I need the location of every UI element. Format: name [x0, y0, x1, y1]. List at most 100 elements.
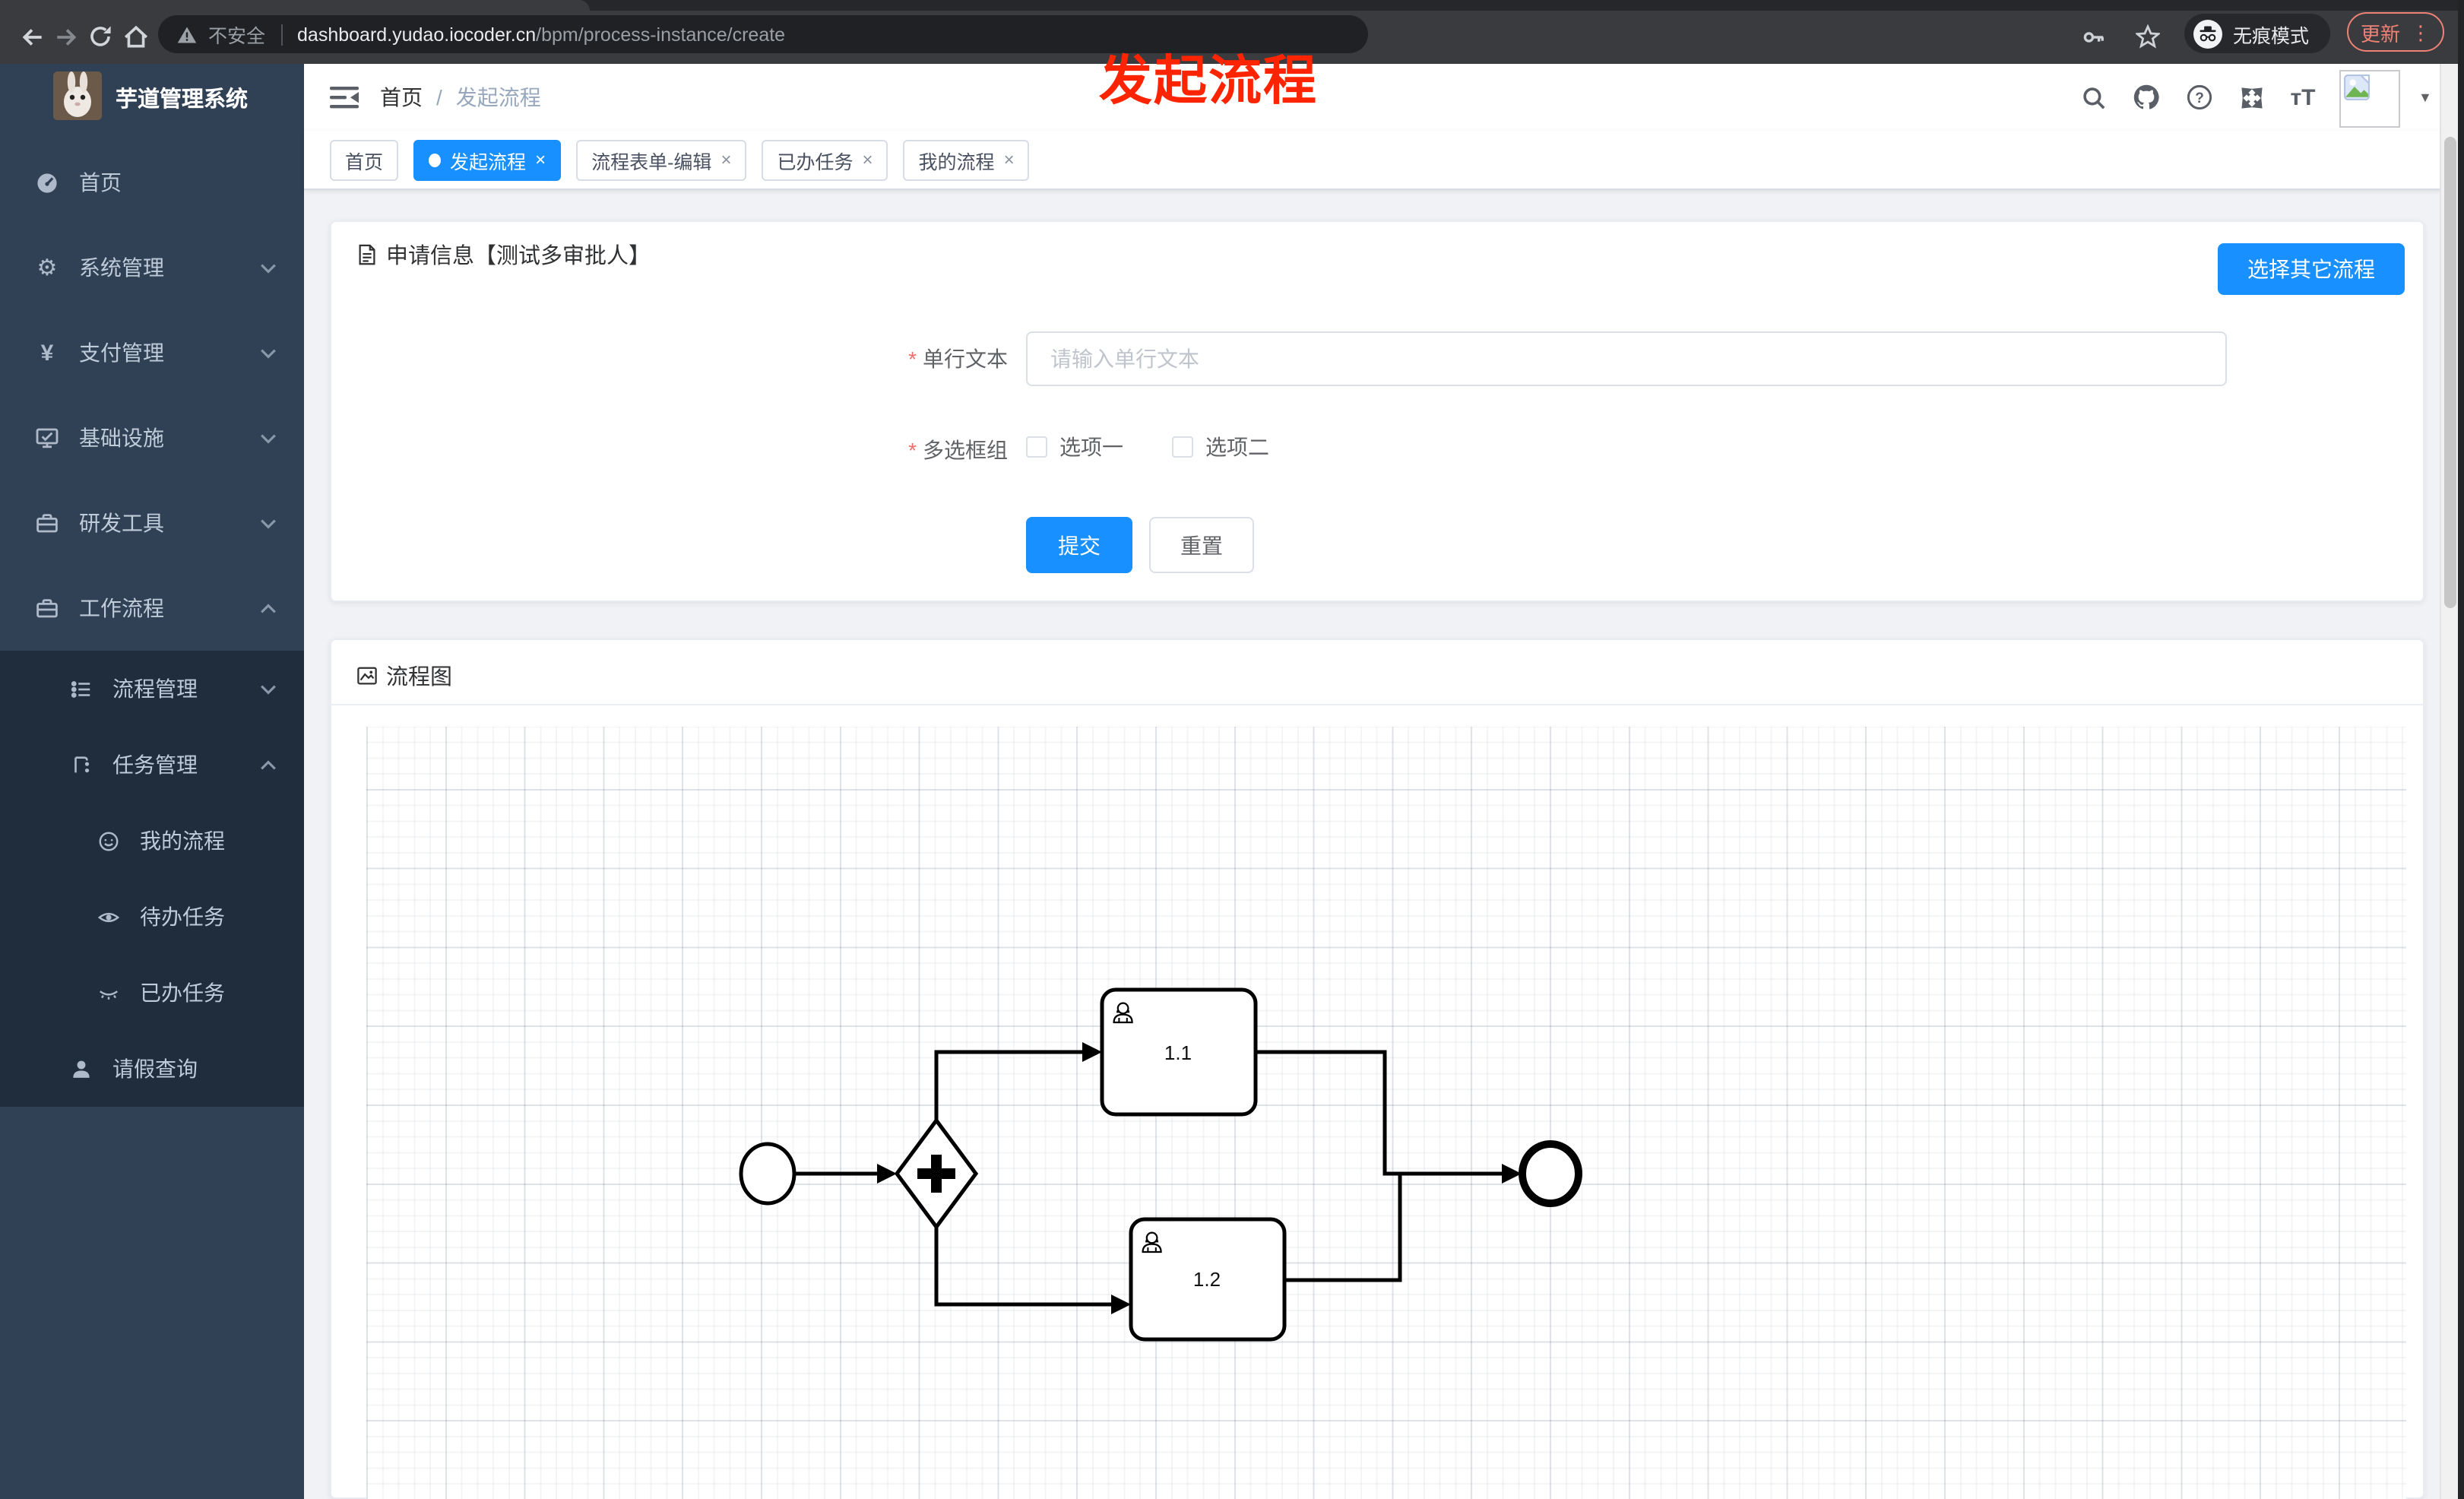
gear-icon: ⚙	[36, 255, 58, 280]
required-asterisk: *	[908, 438, 917, 462]
page-scrollbar[interactable]	[2440, 64, 2458, 1499]
bpmn-flow-task2-end	[1284, 1175, 1402, 1282]
screen: 不安全 dashboard.yudao.iocoder.cn/bpm/proce…	[0, 0, 2464, 1499]
url-domain: dashboard.yudao.iocoder.cn	[297, 24, 537, 45]
diagram-title: 流程图	[356, 660, 452, 692]
sidebar-item-payment[interactable]: ¥ 支付管理	[0, 310, 304, 395]
github-icon[interactable]	[2125, 64, 2168, 131]
sidebar-item-leave-query[interactable]: 请假查询	[0, 1031, 304, 1107]
image-icon	[357, 667, 377, 685]
active-tag-dot	[429, 153, 442, 166]
sidebar-item-label: 请假查询	[112, 1057, 198, 1081]
sidebar-logo-row[interactable]: 芋道管理系统	[0, 64, 304, 140]
browser-forward-button[interactable]	[49, 20, 82, 53]
monitor-icon	[33, 426, 61, 450]
sidebar-item-label: 我的流程	[140, 829, 225, 853]
gateway-plus-icon	[931, 1155, 942, 1193]
help-icon[interactable]: ?	[2178, 64, 2221, 131]
tag-form-edit[interactable]: 流程表单-编辑 ×	[576, 139, 747, 180]
chevron-down-icon	[260, 433, 277, 443]
tag-my-process[interactable]: 我的流程 ×	[903, 139, 1030, 180]
app-title: 芋道管理系统	[116, 87, 248, 112]
sidebar-item-task-mgmt[interactable]: 任务管理	[0, 727, 304, 803]
sidebar-item-label: 已办任务	[140, 981, 225, 1005]
tags-view-bar: 首页 发起流程 × 流程表单-编辑 × 已办任务 × 我的流程 ×	[304, 131, 2464, 190]
avatar-caret-icon[interactable]: ▼	[2418, 64, 2432, 131]
fullscreen-icon[interactable]	[2230, 64, 2272, 131]
sidebar-item-infrastructure[interactable]: 基础设施	[0, 395, 304, 480]
password-key-icon[interactable]	[2076, 20, 2110, 53]
browser-menu-icon[interactable]: ⋮	[2411, 22, 2431, 42]
scrollbar-thumb[interactable]	[2443, 137, 2456, 608]
single-line-text-input[interactable]	[1026, 331, 2227, 386]
checkbox-option-2[interactable]: 选项二	[1172, 432, 1269, 462]
font-size-icon[interactable]: тT	[2282, 64, 2324, 131]
checkbox-group: 选项一 选项二	[1026, 432, 1303, 462]
apply-info-title: 申请信息【测试多审批人】	[356, 239, 651, 271]
required-asterisk: *	[908, 347, 917, 371]
sidebar-item-home[interactable]: 首页	[0, 140, 304, 225]
sidebar-item-label: 基础设施	[79, 426, 164, 450]
breadcrumb-home[interactable]: 首页	[380, 82, 423, 113]
window-edge	[2458, 0, 2464, 1499]
sidebar-item-label: 任务管理	[112, 753, 198, 777]
checkbox-box[interactable]	[1026, 436, 1047, 458]
user-avatar[interactable]	[2339, 69, 2400, 127]
checkbox-box[interactable]	[1172, 436, 1193, 458]
close-icon[interactable]: ×	[535, 149, 546, 170]
chevron-up-icon	[260, 603, 277, 613]
bpmn-flow-task1-end	[1256, 1050, 1502, 1176]
checkbox-option-1[interactable]: 选项一	[1026, 432, 1123, 462]
tag-done-tasks[interactable]: 已办任务 ×	[762, 139, 888, 180]
close-icon[interactable]: ×	[1004, 149, 1015, 170]
browser-update-button[interactable]: 更新 ⋮	[2347, 12, 2444, 52]
eye-icon	[94, 905, 122, 928]
tag-create-process[interactable]: 发起流程 ×	[413, 139, 562, 180]
browser-home-button[interactable]	[119, 20, 152, 53]
page-title-overlay: 发起流程	[1099, 52, 1319, 111]
chevron-down-icon	[260, 347, 277, 358]
bpmn-end-event	[1519, 1140, 1582, 1207]
close-icon[interactable]: ×	[863, 149, 873, 170]
browser-tabstrip	[0, 0, 2464, 11]
arrowhead	[877, 1164, 897, 1184]
choose-other-process-button[interactable]: 选择其它流程	[2218, 243, 2405, 295]
sidebar-item-devtools[interactable]: 研发工具	[0, 480, 304, 566]
app-logo-avatar	[53, 71, 102, 120]
bpmn-flow-gateway-task2	[934, 1227, 1111, 1307]
reset-button[interactable]: 重置	[1149, 517, 1254, 573]
incognito-icon	[2193, 19, 2222, 48]
eye-closed-icon	[94, 981, 122, 1004]
bookmark-star-icon[interactable]	[2131, 20, 2165, 53]
security-label[interactable]: 不安全	[208, 20, 265, 49]
chevron-down-icon	[260, 683, 277, 694]
sidebar-item-system[interactable]: ⚙ 系统管理	[0, 225, 304, 310]
browser-active-tab[interactable]	[0, 0, 590, 11]
sidebar-item-label: 系统管理	[79, 255, 164, 280]
apply-info-card: 申请信息【测试多审批人】 选择其它流程 * 单行文本 * 多选框组 选项一 选项…	[330, 220, 2424, 602]
tag-home[interactable]: 首页	[330, 139, 399, 180]
browser-url-bar[interactable]: 不安全 dashboard.yudao.iocoder.cn/bpm/proce…	[158, 15, 1368, 53]
task-label: 1.1	[1164, 1041, 1192, 1064]
card-divider	[331, 704, 2423, 705]
update-label[interactable]: 更新	[2361, 17, 2400, 46]
process-diagram-card: 流程图 1.1 1.2	[330, 639, 2424, 1499]
bpmn-canvas[interactable]: 1.1 1.2	[366, 727, 2406, 1499]
search-icon[interactable]	[2072, 64, 2114, 131]
sidebar-item-workflow[interactable]: 工作流程	[0, 566, 304, 651]
browser-back-button[interactable]	[15, 20, 49, 53]
task-label: 1.2	[1193, 1268, 1221, 1291]
sidebar-item-process-mgmt[interactable]: 流程管理	[0, 651, 304, 727]
sidebar-item-todo-tasks[interactable]: 待办任务	[0, 879, 304, 955]
sidebar-item-done-tasks[interactable]: 已办任务	[0, 955, 304, 1031]
submit-button[interactable]: 提交	[1026, 517, 1132, 573]
sidebar-collapse-icon[interactable]	[330, 84, 359, 111]
document-icon	[359, 244, 375, 265]
sidebar-menu: 首页 ⚙ 系统管理 ¥ 支付管理 基础设施 研发工具 工作流程 流程管理 任务管…	[0, 140, 304, 1107]
close-icon[interactable]: ×	[721, 149, 731, 170]
browser-reload-button[interactable]	[84, 20, 117, 53]
sidebar-item-my-process[interactable]: 我的流程	[0, 803, 304, 879]
workflow-submenu: 流程管理 任务管理 我的流程 待办任务 已办任务 请假查询	[0, 651, 304, 1107]
app-header: 首页 / 发起流程 ? тT ▼	[304, 64, 2464, 131]
sidebar-item-label: 研发工具	[79, 511, 164, 535]
